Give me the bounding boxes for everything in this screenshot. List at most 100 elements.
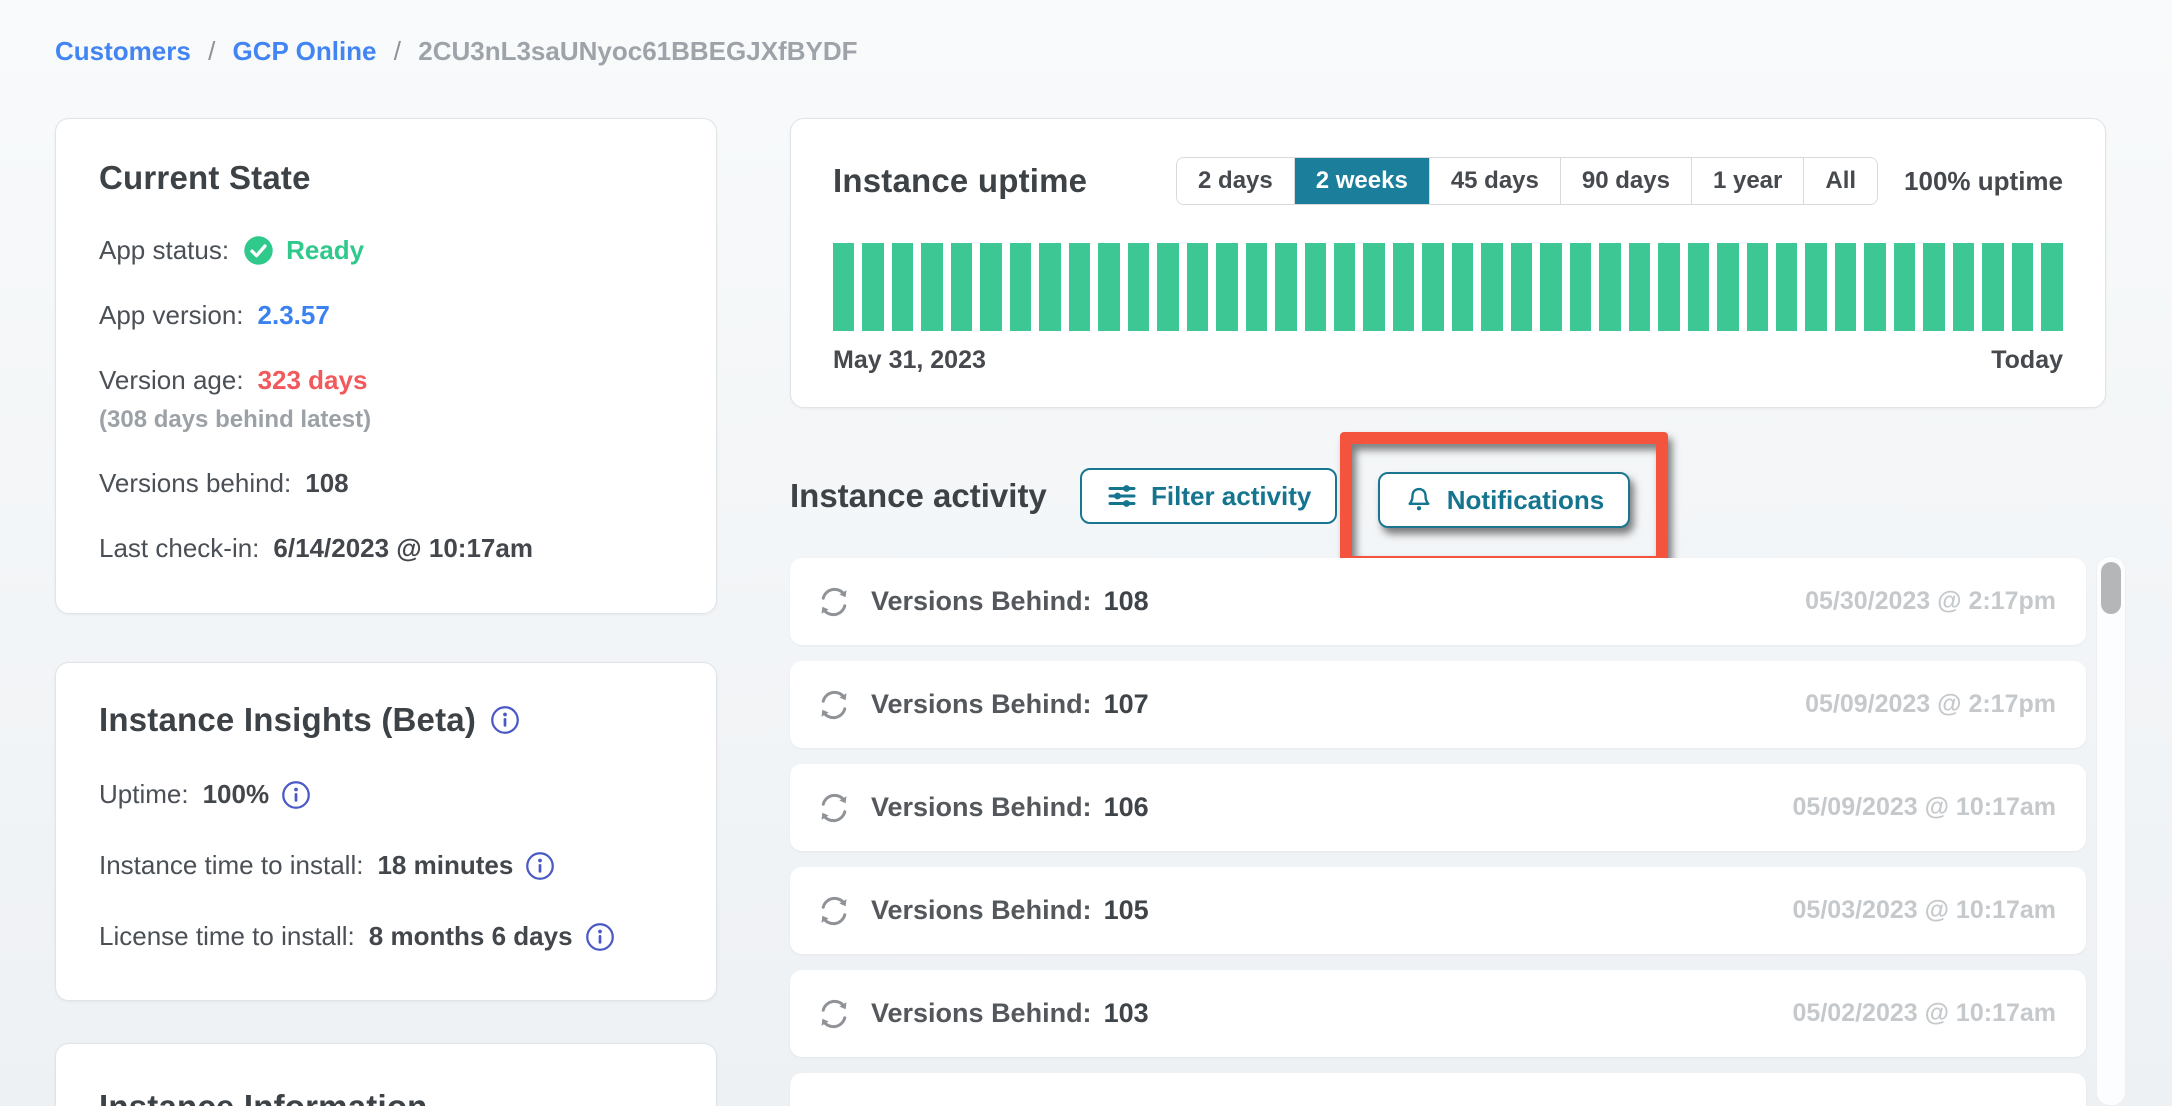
uptime-bar	[1835, 243, 1856, 331]
instance-information-card: Instance Information	[55, 1043, 717, 1106]
bell-icon	[1404, 485, 1434, 515]
activity-scrollbar-thumb[interactable]	[2101, 562, 2121, 614]
sync-icon	[815, 686, 853, 724]
range-2-weeks[interactable]: 2 weeks	[1294, 158, 1429, 204]
versions-behind-label: Versions behind:	[99, 468, 291, 499]
range-2-days[interactable]: 2 days	[1177, 158, 1294, 204]
uptime-bar	[1393, 243, 1414, 331]
uptime-bar	[2041, 243, 2062, 331]
uptime-bar	[1629, 243, 1650, 331]
uptime-bars	[833, 243, 2063, 331]
uptime-bar	[1688, 243, 1709, 331]
license-install-row: License time to install: 8 months 6 days	[99, 921, 673, 952]
uptime-bar	[921, 243, 942, 331]
activity-row-label: Versions Behind:	[871, 895, 1092, 926]
uptime-bar	[1570, 243, 1591, 331]
uptime-bar	[862, 243, 883, 331]
uptime-bar	[833, 243, 854, 331]
uptime-bar	[1511, 243, 1532, 331]
license-install-label: License time to install:	[99, 921, 355, 952]
breadcrumb-separator: /	[208, 36, 215, 66]
uptime-header: Instance uptime 2 days 2 weeks 45 days 9…	[833, 157, 2063, 205]
instance-install-value: 18 minutes	[377, 850, 513, 881]
notifications-button[interactable]: Notifications	[1378, 472, 1630, 528]
uptime-bar	[1717, 243, 1738, 331]
info-icon[interactable]	[585, 922, 615, 952]
uptime-bar	[1010, 243, 1031, 331]
activity-row-label: Versions Behind:	[871, 792, 1092, 823]
instance-uptime-card: Instance uptime 2 days 2 weeks 45 days 9…	[790, 118, 2106, 408]
uptime-bar	[1540, 243, 1561, 331]
last-checkin-value: 6/14/2023 @ 10:17am	[273, 533, 533, 564]
uptime-bar	[1275, 243, 1296, 331]
range-1-year[interactable]: 1 year	[1691, 158, 1803, 204]
uptime-bar	[1246, 243, 1267, 331]
last-checkin-label: Last check-in:	[99, 533, 259, 564]
activity-row-timestamp: 05/09/2023 @ 2:17pm	[1805, 690, 2056, 719]
activity-row-timestamp: 05/09/2023 @ 10:17am	[1793, 793, 2056, 822]
instance-insights-title: Instance Insights (Beta)	[99, 701, 476, 739]
activity-row-value: 105	[1104, 895, 1149, 926]
activity-list: Versions Behind: 108 05/30/2023 @ 2:17pm…	[790, 558, 2086, 1106]
instance-install-row: Instance time to install: 18 minutes	[99, 850, 673, 881]
activity-row-label: Versions Behind:	[871, 689, 1092, 720]
activity-row-value: 108	[1104, 586, 1149, 617]
check-circle-icon	[243, 235, 274, 266]
uptime-bar	[1894, 243, 1915, 331]
activity-row-timestamp: 05/03/2023 @ 10:17am	[1793, 896, 2056, 925]
uptime-bar	[1216, 243, 1237, 331]
version-age-label: Version age:	[99, 365, 244, 396]
uptime-bar	[1452, 243, 1473, 331]
uptime-bar	[980, 243, 1001, 331]
uptime-bar	[1187, 243, 1208, 331]
app-status-row: App status: Ready	[99, 235, 673, 266]
range-all[interactable]: All	[1803, 158, 1877, 204]
uptime-bar	[1098, 243, 1119, 331]
activity-row-value: 107	[1104, 689, 1149, 720]
activity-row-label: Versions Behind:	[871, 586, 1092, 617]
uptime-bar	[1658, 243, 1679, 331]
filter-activity-label: Filter activity	[1151, 481, 1311, 512]
app-status-label: App status:	[99, 235, 229, 266]
breadcrumb-instance-id: 2CU3nL3saUNyoc61BBEGJXfBYDF	[418, 36, 857, 66]
annotation-highlight-box: Notifications	[1340, 432, 1668, 568]
sync-icon	[815, 789, 853, 827]
uptime-bar	[1157, 243, 1178, 331]
breadcrumb-link-customers[interactable]: Customers	[55, 36, 191, 66]
uptime-bar	[1747, 243, 1768, 331]
page: Customers / GCP Online / 2CU3nL3saUNyoc6…	[0, 0, 2172, 1106]
uptime-bar	[2012, 243, 2033, 331]
list-item: Versions Behind: 103 05/02/2023 @ 10:17a…	[790, 970, 2086, 1057]
last-checkin-row: Last check-in: 6/14/2023 @ 10:17am	[99, 533, 673, 564]
uptime-date-range: May 31, 2023 Today	[833, 346, 2063, 375]
uptime-bar	[1128, 243, 1149, 331]
uptime-label: Uptime:	[99, 779, 189, 810]
breadcrumb-link-customer[interactable]: GCP Online	[233, 36, 377, 66]
activity-row-value: 103	[1104, 998, 1149, 1029]
uptime-title: Instance uptime	[833, 162, 1087, 200]
range-45-days[interactable]: 45 days	[1429, 158, 1560, 204]
breadcrumb-separator: /	[394, 36, 401, 66]
list-item-partial	[790, 1073, 2086, 1106]
instance-activity-title: Instance activity	[790, 477, 1047, 515]
info-icon[interactable]	[281, 780, 311, 810]
app-version-row: App version: 2.3.57	[99, 300, 673, 331]
filter-activity-button[interactable]: Filter activity	[1080, 468, 1337, 524]
info-icon[interactable]	[525, 851, 555, 881]
uptime-end-date: Today	[1991, 346, 2063, 375]
versions-behind-value: 108	[305, 468, 348, 499]
sync-icon	[815, 583, 853, 621]
activity-scrollbar-track[interactable]	[2096, 556, 2126, 1106]
notifications-label: Notifications	[1447, 485, 1604, 516]
uptime-bar	[1864, 243, 1885, 331]
uptime-bar	[1069, 243, 1090, 331]
info-icon[interactable]	[490, 705, 520, 735]
app-status-value: Ready	[286, 235, 364, 266]
list-item: Versions Behind: 107 05/09/2023 @ 2:17pm	[790, 661, 2086, 748]
uptime-range-selector: 2 days 2 weeks 45 days 90 days 1 year Al…	[1176, 157, 1878, 205]
version-age-value: 323 days	[258, 365, 368, 396]
uptime-bar	[1982, 243, 2003, 331]
breadcrumb: Customers / GCP Online / 2CU3nL3saUNyoc6…	[55, 36, 857, 67]
range-90-days[interactable]: 90 days	[1560, 158, 1691, 204]
instance-information-title: Instance Information	[99, 1088, 673, 1106]
